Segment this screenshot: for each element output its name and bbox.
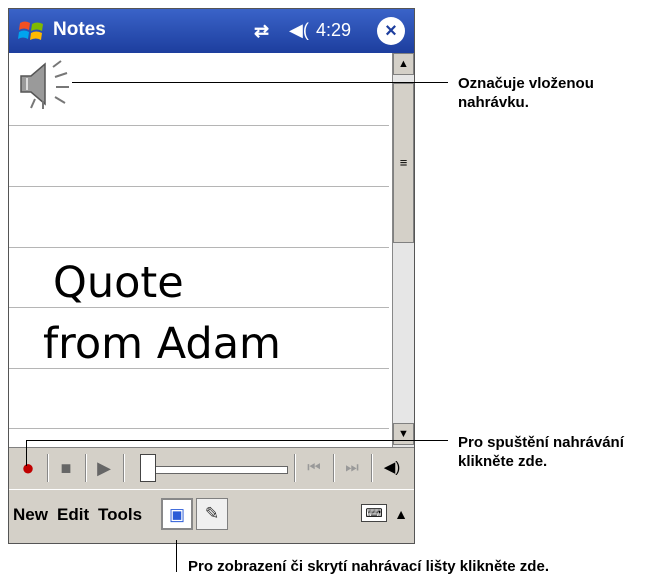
note-text-line: Quote [53,258,184,308]
ruled-line [9,186,389,187]
skip-back-button[interactable]: ⏮ [299,453,329,483]
menu-edit[interactable]: Edit [57,505,89,525]
recording-toggle-button[interactable]: ▣ [161,498,193,530]
scroll-down-button[interactable]: ▼ [393,423,414,445]
scroll-up-button[interactable]: ▲ [393,53,414,75]
pen-button[interactable]: ✎ [196,498,228,530]
menu-bar: New Edit Tools ▣ ✎ ⌨ ▲ [9,489,414,543]
callout-toggle-recording-bar: Pro zobrazení či skrytí nahrávací lišty … [188,558,549,575]
device-screen: Notes ⇄ ◀( 4:29 × Quote from Adam ▲ ≡ ▼ … [8,8,415,544]
note-text-line: from Adam [43,319,281,369]
toolbar-divider [47,454,49,482]
windows-start-icon[interactable] [17,17,47,45]
toolbar-divider [294,454,296,482]
recording-toolbar: ● ■ ▶ ⏮ ⏭ ◀) [9,447,414,489]
menu-tools[interactable]: Tools [98,505,142,525]
stop-button[interactable]: ■ [51,453,81,483]
input-panel-arrow[interactable]: ▲ [391,500,411,528]
callout-line [26,440,448,441]
ruled-line [9,247,389,248]
callout-start-recording: Pro spuštění nahrávání klikněte zde. [458,434,624,470]
ruled-line [9,428,389,429]
keyboard-icon[interactable]: ⌨ [361,504,387,522]
toolbar-divider [333,454,335,482]
voice-recording-icon[interactable] [15,59,75,109]
sync-icon[interactable]: ⇄ [254,21,269,42]
toolbar-divider [123,454,125,482]
callout-line [26,440,27,466]
clock[interactable]: 4:29 [316,20,351,41]
close-button[interactable]: × [377,17,405,45]
toolbar-divider [371,454,373,482]
menu-new[interactable]: New [13,505,48,525]
callout-embedded-recording: Označuje vloženou nahrávku. [458,75,594,111]
scroll-thumb[interactable]: ≡ [393,83,414,243]
toolbar-divider [85,454,87,482]
ruled-line [9,125,389,126]
vertical-scrollbar[interactable]: ▲ ≡ ▼ [392,53,414,447]
playback-slider-track[interactable] [146,466,288,474]
note-canvas[interactable]: Quote from Adam [9,53,391,447]
speaker-icon[interactable]: ◀( [289,20,309,41]
record-button[interactable]: ● [13,453,43,483]
callout-line [176,540,177,572]
skip-forward-button[interactable]: ⏭ [337,453,367,483]
play-button[interactable]: ▶ [89,453,119,483]
title-bar: Notes ⇄ ◀( 4:29 × [9,9,414,53]
playback-slider-thumb[interactable] [140,454,156,482]
volume-button[interactable]: ◀) [377,453,407,483]
callout-line [72,82,448,83]
app-title: Notes [53,19,106,40]
